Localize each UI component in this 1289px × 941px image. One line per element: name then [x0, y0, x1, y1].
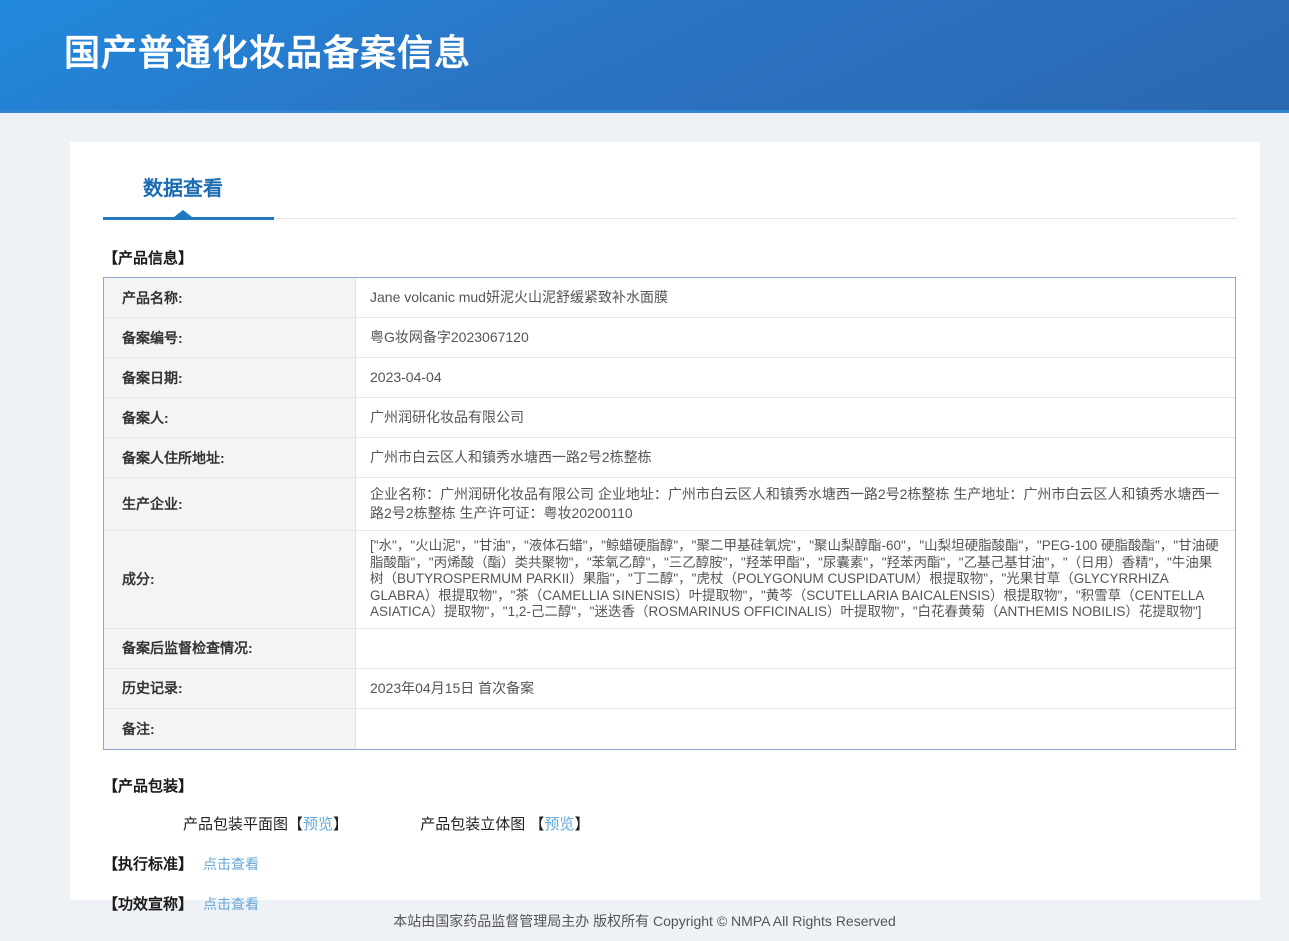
- bracket-close: 】: [333, 816, 348, 833]
- row-label: 历史记录:: [104, 669, 356, 708]
- bracket-open: 【: [288, 816, 303, 833]
- row-value: 2023年04月15日 首次备案: [356, 669, 1235, 708]
- section-heading-packaging: 【产品包装】: [103, 775, 1236, 796]
- row-value: [356, 709, 1235, 749]
- row-label: 成分:: [104, 531, 356, 628]
- tab-bar: 数据查看: [103, 172, 1236, 219]
- packaging-plan-label: 产品包装平面图: [183, 816, 288, 833]
- table-row-history: 历史记录: 2023年04月15日 首次备案: [104, 669, 1235, 709]
- bracket-open: 【: [529, 816, 544, 833]
- standard-view-link[interactable]: 点击查看: [203, 856, 259, 872]
- section-heading-standard: 【执行标准】: [103, 856, 193, 873]
- row-value: [356, 629, 1235, 668]
- standard-row: 【执行标准】点击查看: [103, 853, 1236, 874]
- packaging-stereo-preview-link[interactable]: 预览: [544, 816, 574, 833]
- packaging-stereo-label: 产品包装立体图: [420, 816, 529, 833]
- row-value: 广州市白云区人和镇秀水塘西一路2号2栋整栋: [356, 438, 1235, 477]
- packaging-stereo-item: 产品包装立体图 【预览】: [420, 813, 589, 834]
- packaging-plan-item: 产品包装平面图【预览】: [183, 813, 348, 834]
- table-row-registration-date: 备案日期: 2023-04-04: [104, 358, 1235, 398]
- row-value: Jane volcanic mud妍泥火山泥舒缓紧致补水面膜: [356, 278, 1235, 317]
- packaging-row: 产品包装平面图【预览】 产品包装立体图 【预览】: [183, 813, 1236, 834]
- tab-active-underline: [103, 217, 274, 220]
- table-row-manufacturer: 生产企业: 企业名称：广州润研化妆品有限公司 企业地址：广州市白云区人和镇秀水塘…: [104, 478, 1235, 531]
- row-value: 企业名称：广州润研化妆品有限公司 企业地址：广州市白云区人和镇秀水塘西一路2号2…: [356, 478, 1235, 530]
- table-row-remarks: 备注:: [104, 709, 1235, 749]
- tab-active-arrow-icon: [174, 210, 192, 217]
- page-body: 数据查看 【产品信息】 产品名称: Jane volcanic mud妍泥火山泥…: [0, 113, 1289, 900]
- row-value: 2023-04-04: [356, 358, 1235, 397]
- bracket-close: 】: [574, 816, 589, 833]
- row-label: 生产企业:: [104, 478, 356, 530]
- row-label: 备案编号:: [104, 318, 356, 357]
- table-row-product-name: 产品名称: Jane volcanic mud妍泥火山泥舒缓紧致补水面膜: [104, 278, 1235, 318]
- row-label: 备案日期:: [104, 358, 356, 397]
- row-label: 产品名称:: [104, 278, 356, 317]
- row-label: 备案后监督检查情况:: [104, 629, 356, 668]
- row-label: 备注:: [104, 709, 356, 749]
- row-label: 备案人住所地址:: [104, 438, 356, 477]
- table-row-registrant-address: 备案人住所地址: 广州市白云区人和镇秀水塘西一路2号2栋整栋: [104, 438, 1235, 478]
- row-label: 备案人:: [104, 398, 356, 437]
- product-info-table: 产品名称: Jane volcanic mud妍泥火山泥舒缓紧致补水面膜 备案编…: [103, 277, 1236, 750]
- row-value: 粤G妆网备字2023067120: [356, 318, 1235, 357]
- section-heading-efficacy: 【功效宣称】: [103, 896, 193, 913]
- page-banner: 国产普通化妆品备案信息: [0, 0, 1289, 113]
- row-value: 广州润研化妆品有限公司: [356, 398, 1235, 437]
- page-title: 国产普通化妆品备案信息: [0, 0, 1289, 76]
- table-row-registrant: 备案人: 广州润研化妆品有限公司: [104, 398, 1235, 438]
- tab-data-view[interactable]: 数据查看: [143, 172, 223, 201]
- row-value: ["水"，"火山泥"，"甘油"，"液体石蜡"，"鲸蜡硬脂醇"，"聚二甲基硅氧烷"…: [356, 531, 1235, 628]
- packaging-plan-preview-link[interactable]: 预览: [303, 816, 333, 833]
- table-row-ingredients: 成分: ["水"，"火山泥"，"甘油"，"液体石蜡"，"鲸蜡硬脂醇"，"聚二甲基…: [104, 531, 1235, 629]
- efficacy-view-link[interactable]: 点击查看: [203, 896, 259, 912]
- section-heading-product-info: 【产品信息】: [103, 247, 1236, 268]
- table-row-registration-number: 备案编号: 粤G妆网备字2023067120: [104, 318, 1235, 358]
- table-row-post-registration-inspection: 备案后监督检查情况:: [104, 629, 1235, 669]
- content-card: 数据查看 【产品信息】 产品名称: Jane volcanic mud妍泥火山泥…: [70, 142, 1260, 900]
